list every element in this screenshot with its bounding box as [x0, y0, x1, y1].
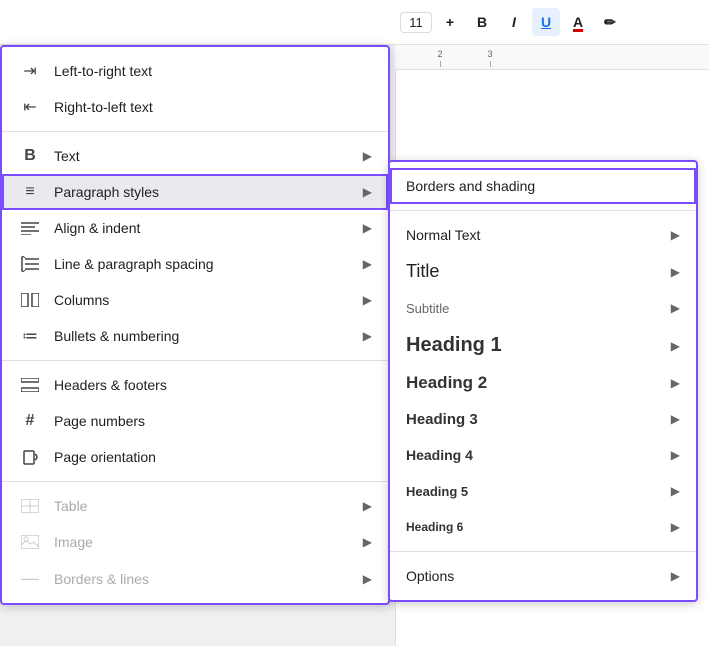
- menu-columns[interactable]: Columns ▶: [2, 282, 388, 318]
- menu-borders-lines: — Borders & lines ▶: [2, 560, 388, 597]
- submenu-title[interactable]: Title ▶: [390, 253, 696, 290]
- toolbar: 11 + B I U A ✏: [0, 0, 709, 45]
- submenu-normal-text[interactable]: Normal Text ▶: [390, 217, 696, 253]
- font-size-area: 11 + B I U A ✏: [400, 8, 624, 36]
- submenu-divider-1: [390, 210, 696, 211]
- submenu-heading3[interactable]: Heading 3 ▶: [390, 401, 696, 437]
- heading4-arrow: ▶: [671, 448, 680, 462]
- table-arrow: ▶: [363, 499, 372, 513]
- ltr-icon: ⇥: [18, 61, 42, 81]
- headers-footers-icon: [18, 378, 42, 392]
- title-arrow: ▶: [671, 265, 680, 279]
- options-arrow: ▶: [671, 569, 680, 583]
- ruler-marks: 2 3: [395, 49, 515, 67]
- rtl-icon: ⇤: [18, 97, 42, 117]
- columns-arrow: ▶: [363, 293, 372, 307]
- line-spacing-arrow: ▶: [363, 257, 372, 271]
- font-size-input[interactable]: 11: [400, 12, 432, 33]
- submenu-heading5[interactable]: Heading 5 ▶: [390, 473, 696, 509]
- text-arrow: ▶: [363, 149, 372, 163]
- menu-page-orientation[interactable]: Page orientation: [2, 439, 388, 475]
- submenu-borders-shading[interactable]: Borders and shading: [390, 168, 696, 204]
- paragraph-styles-submenu: Borders and shading Normal Text ▶ Title …: [388, 160, 698, 602]
- paragraph-styles-icon: ≡: [18, 183, 42, 201]
- submenu-heading1[interactable]: Heading 1 ▶: [390, 326, 696, 365]
- submenu-heading4[interactable]: Heading 4 ▶: [390, 437, 696, 473]
- divider-3: [2, 481, 388, 482]
- font-color-button[interactable]: A: [564, 8, 592, 36]
- columns-icon: [18, 293, 42, 307]
- bullets-icon: ≔: [18, 326, 42, 346]
- menu-paragraph-styles[interactable]: ≡ Paragraph styles ▶: [2, 174, 388, 210]
- italic-button[interactable]: I: [500, 8, 528, 36]
- format-dropdown: ⇥ Left-to-right text ⇤ Right-to-left tex…: [0, 45, 390, 605]
- heading2-arrow: ▶: [671, 376, 680, 390]
- ruler-mark-2: 2: [415, 49, 465, 67]
- heading6-arrow: ▶: [671, 520, 680, 534]
- align-indent-arrow: ▶: [363, 221, 372, 235]
- menu-line-spacing[interactable]: Line & paragraph spacing ▶: [2, 246, 388, 282]
- highlight-button[interactable]: ✏: [596, 8, 624, 36]
- ruler-mark-3: 3: [465, 49, 515, 67]
- page-numbers-icon: #: [18, 412, 42, 430]
- menu-ltr-text[interactable]: ⇥ Left-to-right text: [2, 53, 388, 89]
- bullets-arrow: ▶: [363, 329, 372, 343]
- text-bold-icon: B: [18, 147, 42, 165]
- menu-table: Table ▶: [2, 488, 388, 524]
- menu-rtl-text[interactable]: ⇤ Right-to-left text: [2, 89, 388, 125]
- normal-text-arrow: ▶: [671, 228, 680, 242]
- divider-2: [2, 360, 388, 361]
- submenu-heading2[interactable]: Heading 2 ▶: [390, 365, 696, 401]
- menu-bullets[interactable]: ≔ Bullets & numbering ▶: [2, 318, 388, 354]
- submenu-heading6[interactable]: Heading 6 ▶: [390, 509, 696, 545]
- heading5-arrow: ▶: [671, 484, 680, 498]
- menu-align-indent[interactable]: Align & indent ▶: [2, 210, 388, 246]
- line-spacing-icon: [18, 256, 42, 272]
- image-arrow: ▶: [363, 535, 372, 549]
- heading1-arrow: ▶: [671, 339, 680, 353]
- table-icon: [18, 499, 42, 513]
- page-orientation-icon: [18, 449, 42, 465]
- image-icon: [18, 535, 42, 549]
- submenu-subtitle[interactable]: Subtitle ▶: [390, 290, 696, 326]
- bold-button[interactable]: B: [468, 8, 496, 36]
- menu-image: Image ▶: [2, 524, 388, 560]
- divider-1: [2, 131, 388, 132]
- align-indent-icon: [18, 221, 42, 235]
- menu-headers-footers[interactable]: Headers & footers: [2, 367, 388, 403]
- submenu-divider-2: [390, 551, 696, 552]
- ruler: 2 3: [395, 45, 709, 70]
- borders-lines-icon: —: [18, 568, 42, 589]
- submenu-options[interactable]: Options ▶: [390, 558, 696, 594]
- paragraph-styles-arrow: ▶: [363, 185, 372, 199]
- menu-text[interactable]: B Text ▶: [2, 138, 388, 174]
- borders-lines-arrow: ▶: [363, 572, 372, 586]
- underline-button[interactable]: U: [532, 8, 560, 36]
- heading3-arrow: ▶: [671, 412, 680, 426]
- font-size-plus-button[interactable]: +: [436, 8, 464, 36]
- menu-page-numbers[interactable]: # Page numbers: [2, 403, 388, 439]
- subtitle-arrow: ▶: [671, 301, 680, 315]
